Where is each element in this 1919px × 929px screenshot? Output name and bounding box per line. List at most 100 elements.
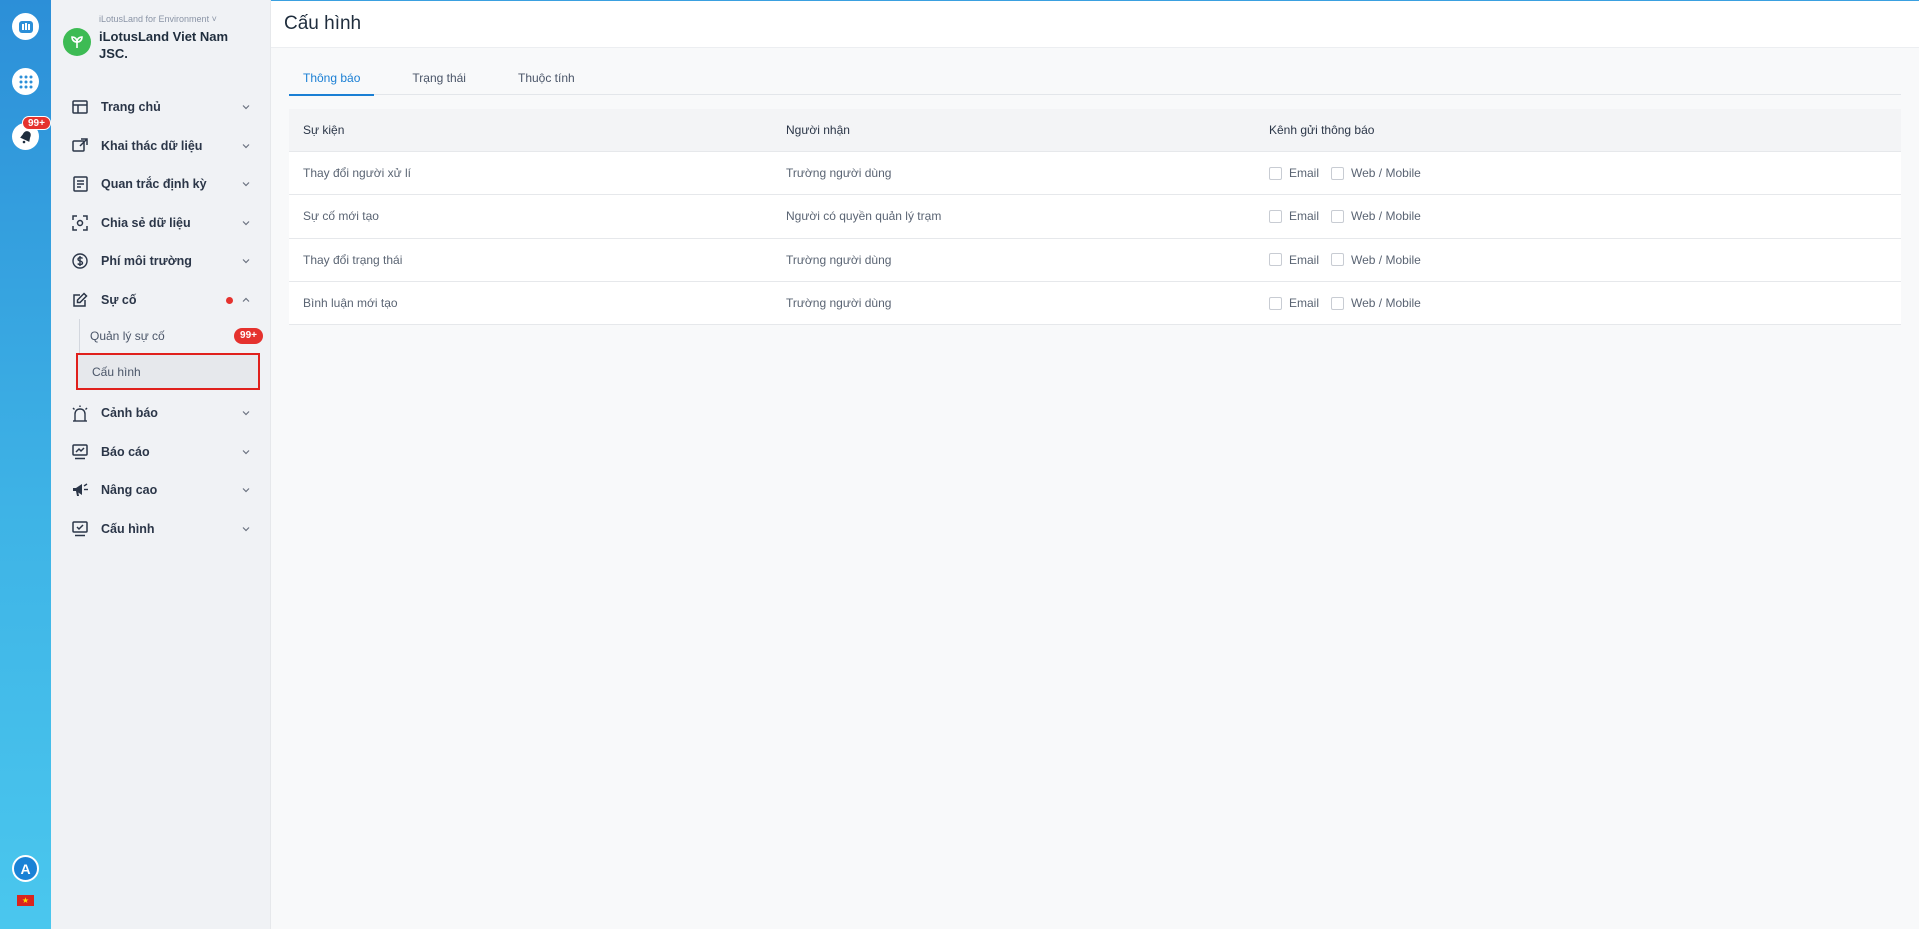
chevron-down-icon [242,526,250,532]
checkbox-label: Web / Mobile [1351,252,1421,267]
incident-edit-icon [71,291,89,309]
app-rail: 99+ A ★ [0,0,51,929]
chevron-down-icon [242,220,250,226]
receiver-cell: Người có quyền quản lý trạm [786,209,942,224]
column-header-event: Sự kiện [303,123,345,137]
email-checkbox[interactable]: Email [1269,296,1319,310]
table-header: Sự kiện Người nhận Kênh gửi thông báo [289,109,1901,152]
org-subtitle: iLotusLand for Environment ˅ [99,14,217,24]
email-checkbox[interactable]: Email [1269,209,1319,223]
table-row: Sự cố mới tạo Người có quyền quản lý trạ… [289,195,1901,239]
megaphone-icon [71,481,89,499]
checkbox-box[interactable] [1269,209,1282,223]
page-header: Cấu hình [271,1,1919,48]
sidebar-item-label: Sự cố [101,292,137,307]
checkbox-box[interactable] [1331,296,1345,310]
sidebar-item-khai-thac[interactable]: Khai thác dữ liệu [51,127,271,166]
receiver-cell: Trường người dùng [786,296,892,311]
chevron-down-icon [242,259,250,264]
checkbox-box[interactable] [1269,166,1282,180]
fee-icon [71,252,89,270]
table-row: Thay đổi người xử lí Trường người dùng E… [289,152,1901,196]
sidebar-item-label: Phí môi trường [101,254,192,269]
web-mobile-checkbox[interactable]: Web / Mobile [1331,253,1421,267]
incident-submenu: Quản lý sự cố 99+ Cấu hình [76,319,271,390]
sidebar-item-label: Trang chủ [101,100,161,115]
sidebar-subitem-label: Quản lý sự cố [90,329,165,343]
sidebar-subitem-label: Cấu hình [92,364,141,379]
channel-cell: Email Web / Mobile [1255,209,1901,223]
sidebar-item-label: Cấu hình [101,521,155,536]
chevron-down-icon [242,182,250,187]
vietnam-flag-icon[interactable]: ★ [17,895,34,906]
incident-count-badge: 99+ [234,328,263,344]
table-row: Bình luận mới tạo Trường người dùng Emai… [289,282,1901,326]
sidebar-item-label: Cảnh báo [101,406,158,421]
home-icon [71,98,89,116]
data-mining-icon [71,137,89,155]
chevron-down-icon [242,488,250,493]
sidebar-item-trang-chu[interactable]: Trang chủ [51,88,271,127]
tab-thuoc-tinh[interactable]: Thuộc tính [504,65,589,95]
apps-grid-icon[interactable] [12,68,39,95]
sprout-logo-icon [63,28,91,56]
sidebar-item-label: Nâng cao [101,483,158,498]
sidebar-item-label: Báo cáo [101,444,150,459]
chevron-down-icon [242,449,250,455]
chevron-down-icon [242,143,250,149]
sidebar-item-label: Quan trắc định kỳ [101,177,207,192]
email-checkbox[interactable]: Email [1269,166,1319,180]
event-cell: Thay đổi trạng thái [303,252,403,267]
chevron-down-icon [242,411,250,416]
flag-star: ★ [21,895,30,905]
sidebar-menu: Trang chủ Khai thác dữ liệu Quan trắc đị… [51,88,271,548]
sidebar-item-su-co[interactable]: Sự cố [51,281,271,320]
notification-count-badge: 99+ [22,116,51,130]
page-title: Cấu hình [284,13,362,34]
alarm-icon [71,404,89,422]
sidebar-item-cau-hinh[interactable]: Cấu hình [51,510,271,549]
channel-cell: Email Web / Mobile [1255,253,1901,267]
checkbox-box[interactable] [1269,296,1282,310]
sidebar-item-label: Chia sẻ dữ liệu [101,215,191,230]
sidebar-item-bao-cao[interactable]: Báo cáo [51,433,271,472]
checkbox-label: Web / Mobile [1351,166,1421,181]
event-cell: Thay đổi người xử lí [303,166,411,181]
checkbox-label: Email [1289,209,1320,224]
app-logo-icon[interactable] [12,13,39,40]
web-mobile-checkbox[interactable]: Web / Mobile [1331,209,1421,223]
checkbox-label: Email [1289,166,1320,181]
channel-cell: Email Web / Mobile [1255,296,1901,310]
column-header-channel: Kênh gửi thông báo [1269,123,1375,137]
receiver-cell: Trường người dùng [786,166,892,181]
chevron-down-icon [242,105,250,110]
report-icon [71,443,89,461]
checkbox-box[interactable] [1331,166,1345,180]
checkbox-box[interactable] [1331,253,1345,267]
web-mobile-checkbox[interactable]: Web / Mobile [1331,166,1421,180]
checkbox-box[interactable] [1331,209,1345,223]
column-header-receiver: Người nhận [786,123,850,137]
sidebar-item-chia-se[interactable]: Chia sẻ dữ liệu [51,204,271,243]
config-monitor-icon [71,520,89,538]
sidebar-item-quan-trac[interactable]: Quan trắc định kỳ [51,165,271,204]
sidebar-item-label: Khai thác dữ liệu [101,138,203,153]
tab-thong-bao[interactable]: Thông báo [289,65,375,96]
user-avatar[interactable]: A [12,855,39,882]
event-cell: Sự cố mới tạo [303,209,379,224]
sidebar-subitem-quan-ly-su-co[interactable]: Quản lý sự cố 99+ [80,319,271,353]
checkbox-box[interactable] [1269,253,1282,267]
sidebar-item-canh-bao[interactable]: Cảnh báo [51,394,271,433]
email-checkbox[interactable]: Email [1269,253,1319,267]
checkbox-label: Web / Mobile [1351,209,1421,224]
web-mobile-checkbox[interactable]: Web / Mobile [1331,296,1421,310]
checkbox-label: Web / Mobile [1351,296,1421,311]
sidebar-item-phi-moi-truong[interactable]: Phí môi trường [51,242,271,281]
checkbox-label: Email [1289,252,1320,267]
sidebar-item-nang-cao[interactable]: Nâng cao [51,471,271,510]
sidebar-subitem-cau-hinh[interactable]: Cấu hình [76,353,260,390]
tab-bar: Thông báo Trạng thái Thuộc tính [289,65,1901,96]
periodic-monitoring-icon [71,175,89,193]
tab-trang-thai[interactable]: Trạng thái [398,65,480,95]
receiver-cell: Trường người dùng [786,252,892,267]
